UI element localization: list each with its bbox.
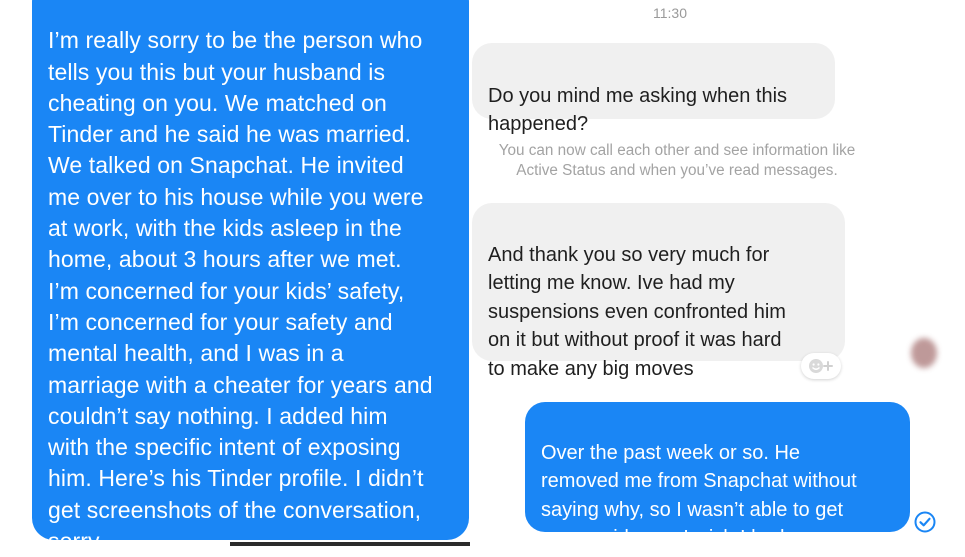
avatar xyxy=(911,338,937,368)
outgoing-message-bubble: I’m really sorry to be the person who te… xyxy=(32,0,469,554)
message-text: I’m really sorry to be the person who te… xyxy=(48,27,433,555)
message-text: Do you mind me asking when this happened… xyxy=(488,84,788,136)
outgoing-message-bubble[interactable]: Over the past week or so. He removed me … xyxy=(525,402,910,549)
incoming-message-bubble[interactable]: And thank you so very much for letting m… xyxy=(472,203,845,380)
left-screenshot-panel: I’m really sorry to be the person who te… xyxy=(0,0,470,554)
conversation-panel: 11:30 Do you mind me asking when this ha… xyxy=(470,0,965,549)
message-timestamp: 11:30 xyxy=(653,5,687,21)
seen-check-icon xyxy=(914,511,936,533)
message-text: Over the past week or so. He removed me … xyxy=(541,441,857,550)
add-reaction-icon xyxy=(809,359,833,373)
message-text: And thank you so very much for letting m… xyxy=(488,243,786,380)
divider-strip xyxy=(230,542,470,546)
add-reaction-button[interactable] xyxy=(801,353,841,379)
system-notice: You can now call each other and see info… xyxy=(498,142,856,179)
incoming-message-bubble[interactable]: Do you mind me asking when this happened… xyxy=(472,43,835,135)
